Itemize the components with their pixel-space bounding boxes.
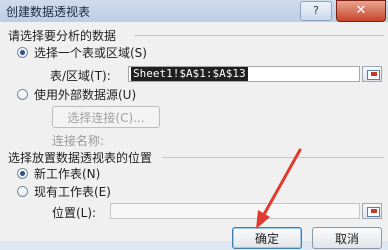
annotation-arrow xyxy=(256,148,302,229)
